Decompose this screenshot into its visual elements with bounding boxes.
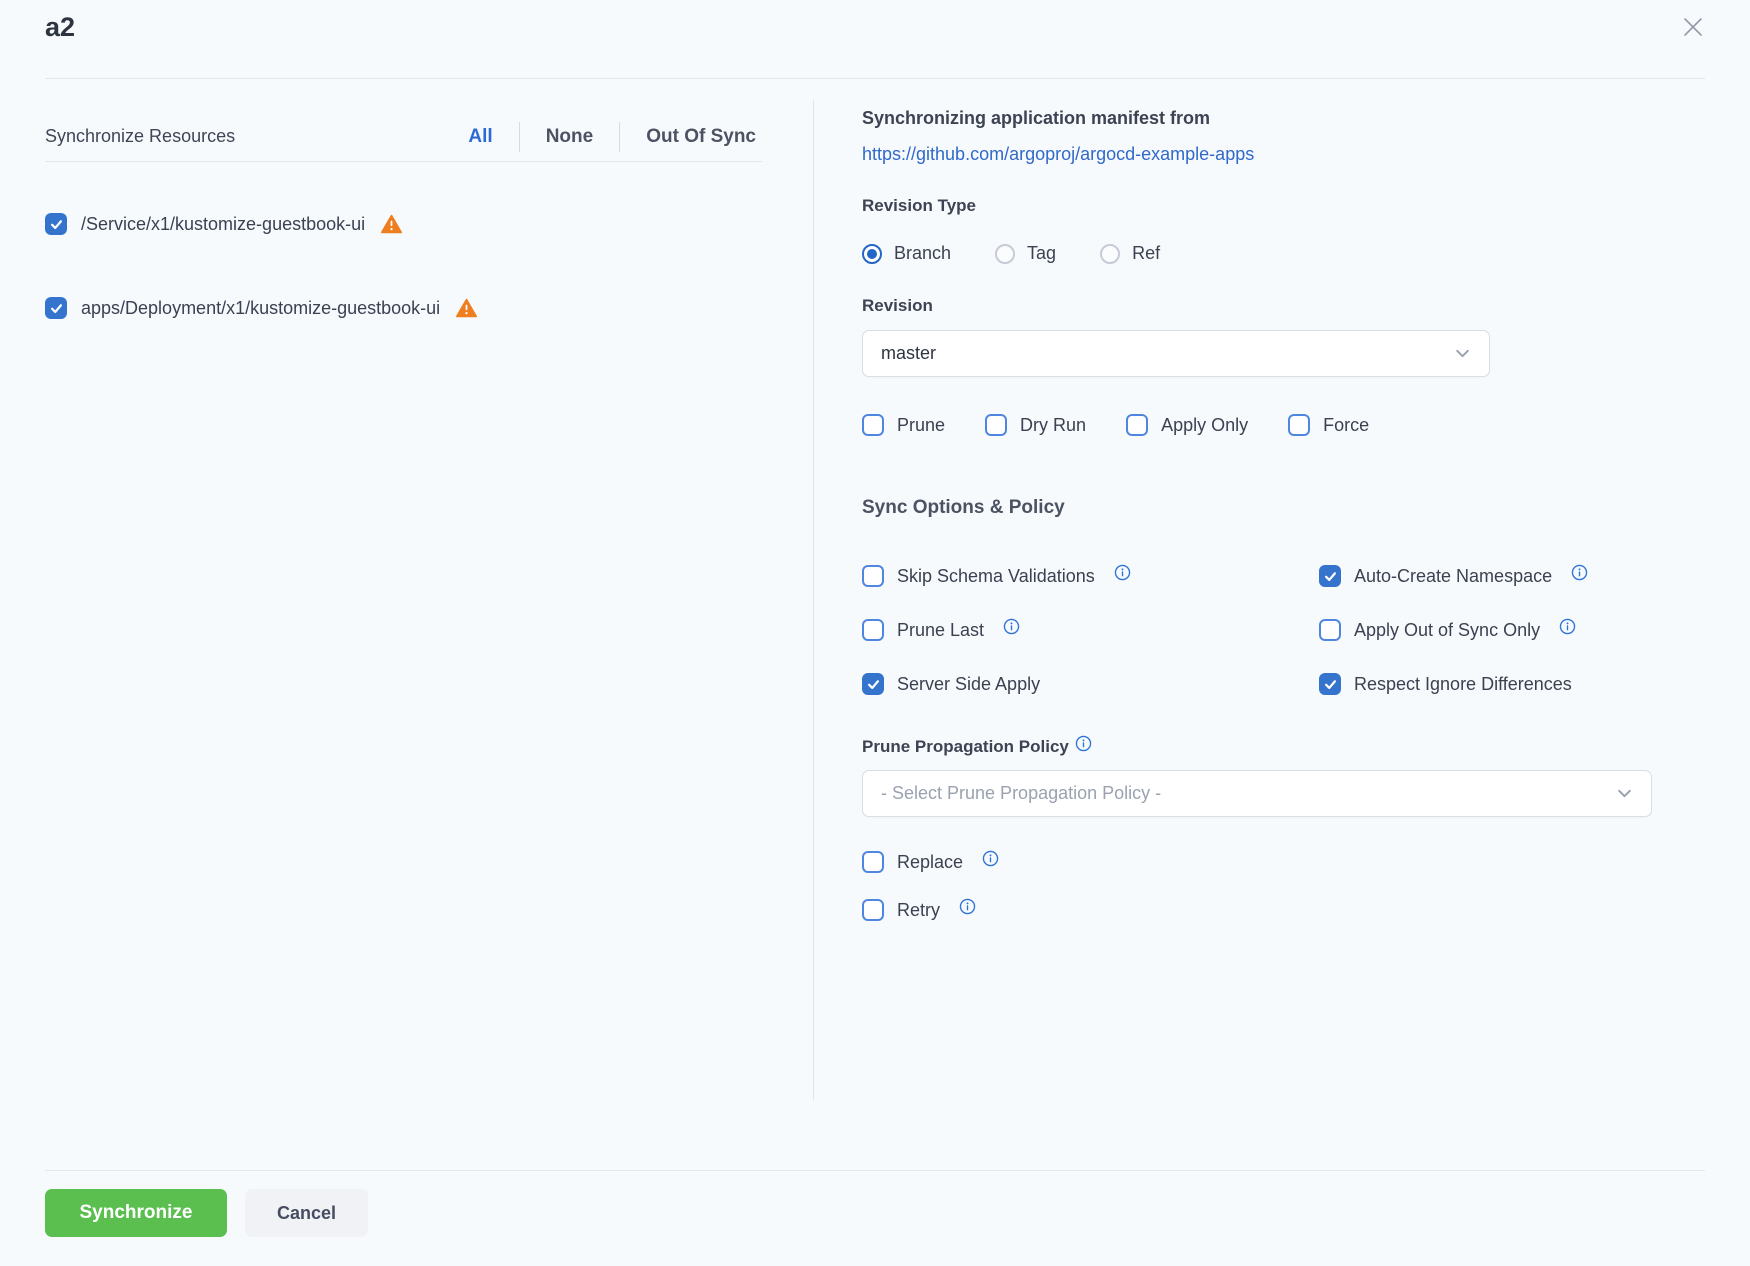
resources-heading: Synchronize Resources xyxy=(45,126,235,147)
prune-propagation-policy-placeholder: - Select Prune Propagation Policy - xyxy=(881,783,1161,804)
resource-row: apps/Deployment/x1/kustomize-guestbook-u… xyxy=(45,296,477,320)
option-respect-ignore-differences[interactable]: Respect Ignore Differences xyxy=(1319,671,1652,697)
option-skip-schema-validations-label: Skip Schema Validations xyxy=(897,566,1095,587)
option-prune-last[interactable]: Prune Last xyxy=(862,617,1319,643)
flag-prune[interactable]: Prune xyxy=(862,414,945,436)
sync-options-heading: Sync Options & Policy xyxy=(862,497,1065,519)
radio-tag[interactable]: Tag xyxy=(995,243,1056,264)
filter-tab-all[interactable]: All xyxy=(442,126,518,148)
manifest-source-label: Synchronizing application manifest from xyxy=(862,108,1210,129)
option-auto-create-namespace[interactable]: Auto-Create Namespace xyxy=(1319,563,1652,589)
option-respect-ignore-differences-checkbox[interactable] xyxy=(1319,673,1341,695)
prune-propagation-policy-label: Prune Propagation Policy xyxy=(862,737,1092,757)
flag-prune-label: Prune xyxy=(897,415,945,436)
radio-tag-label: Tag xyxy=(1027,243,1056,264)
flag-dry-run-label: Dry Run xyxy=(1020,415,1086,436)
option-replace[interactable]: Replace xyxy=(862,851,999,873)
option-retry-label: Retry xyxy=(897,900,940,921)
radio-branch[interactable]: Branch xyxy=(862,243,951,264)
info-icon[interactable] xyxy=(1003,618,1020,635)
revision-select-value: master xyxy=(881,343,936,364)
revision-select[interactable]: master xyxy=(862,330,1490,377)
filter-tab-out-of-sync[interactable]: Out Of Sync xyxy=(620,126,762,148)
manifest-repo-link[interactable]: https://github.com/argoproj/argocd-examp… xyxy=(862,144,1254,165)
synchronize-button[interactable]: Synchronize xyxy=(45,1189,227,1237)
flag-force-checkbox[interactable] xyxy=(1288,414,1310,436)
option-apply-out-of-sync-only[interactable]: Apply Out of Sync Only xyxy=(1319,617,1652,643)
header-divider xyxy=(45,78,1705,79)
radio-branch-label: Branch xyxy=(894,243,951,264)
resource-row: /Service/x1/kustomize-guestbook-ui xyxy=(45,212,402,236)
radio-ref-label: Ref xyxy=(1132,243,1160,264)
dialog-title: a2 xyxy=(45,12,75,43)
sync-flags-row: Prune Dry Run Apply Only Force xyxy=(862,414,1409,436)
close-icon[interactable] xyxy=(1680,14,1706,40)
resource-filter-tabs: All None Out Of Sync xyxy=(442,122,762,152)
option-skip-schema-validations[interactable]: Skip Schema Validations xyxy=(862,563,1319,589)
info-icon[interactable] xyxy=(982,850,999,867)
option-skip-schema-validations-checkbox[interactable] xyxy=(862,565,884,587)
option-prune-last-label: Prune Last xyxy=(897,620,984,641)
flag-apply-only-label: Apply Only xyxy=(1161,415,1248,436)
info-icon[interactable] xyxy=(1114,564,1131,581)
option-apply-out-of-sync-only-label: Apply Out of Sync Only xyxy=(1354,620,1540,641)
radio-ref[interactable]: Ref xyxy=(1100,243,1160,264)
info-icon[interactable] xyxy=(1571,564,1588,581)
resource-checkbox[interactable] xyxy=(45,213,67,235)
radio-tag-control[interactable] xyxy=(995,244,1015,264)
option-retry[interactable]: Retry xyxy=(862,899,976,921)
option-retry-checkbox[interactable] xyxy=(862,899,884,921)
flag-apply-only[interactable]: Apply Only xyxy=(1126,414,1248,436)
info-icon[interactable] xyxy=(959,898,976,915)
flag-apply-only-checkbox[interactable] xyxy=(1126,414,1148,436)
sync-options-grid: Skip Schema Validations Auto-Create Name… xyxy=(862,563,1652,697)
radio-branch-control[interactable] xyxy=(862,244,882,264)
option-auto-create-namespace-label: Auto-Create Namespace xyxy=(1354,566,1552,587)
flag-prune-checkbox[interactable] xyxy=(862,414,884,436)
revision-type-label: Revision Type xyxy=(862,196,976,216)
resources-header-row: Synchronize Resources All None Out Of Sy… xyxy=(45,118,762,162)
option-replace-label: Replace xyxy=(897,852,963,873)
revision-type-radio-group: Branch Tag Ref xyxy=(862,243,1204,264)
option-replace-checkbox[interactable] xyxy=(862,851,884,873)
flag-force-label: Force xyxy=(1323,415,1369,436)
flag-dry-run[interactable]: Dry Run xyxy=(985,414,1086,436)
radio-ref-control[interactable] xyxy=(1100,244,1120,264)
option-server-side-apply[interactable]: Server Side Apply xyxy=(862,671,1319,697)
prune-propagation-policy-label-text: Prune Propagation Policy xyxy=(862,737,1069,757)
panel-divider xyxy=(813,100,814,1100)
info-icon[interactable] xyxy=(1075,735,1092,752)
option-server-side-apply-checkbox[interactable] xyxy=(862,673,884,695)
info-icon[interactable] xyxy=(1559,618,1576,635)
option-server-side-apply-label: Server Side Apply xyxy=(897,674,1040,695)
resource-label: /Service/x1/kustomize-guestbook-ui xyxy=(81,214,365,235)
option-respect-ignore-differences-label: Respect Ignore Differences xyxy=(1354,674,1572,695)
prune-propagation-policy-select[interactable]: - Select Prune Propagation Policy - xyxy=(862,770,1652,817)
option-auto-create-namespace-checkbox[interactable] xyxy=(1319,565,1341,587)
option-prune-last-checkbox[interactable] xyxy=(862,619,884,641)
chevron-down-icon xyxy=(1454,345,1471,362)
flag-force[interactable]: Force xyxy=(1288,414,1369,436)
option-apply-out-of-sync-only-checkbox[interactable] xyxy=(1319,619,1341,641)
cancel-button[interactable]: Cancel xyxy=(245,1189,368,1237)
resource-checkbox[interactable] xyxy=(45,297,67,319)
flag-dry-run-checkbox[interactable] xyxy=(985,414,1007,436)
resource-label: apps/Deployment/x1/kustomize-guestbook-u… xyxy=(81,298,440,319)
filter-tab-none[interactable]: None xyxy=(520,126,620,148)
footer-divider xyxy=(45,1170,1705,1171)
chevron-down-icon xyxy=(1616,785,1633,802)
warning-icon xyxy=(456,298,477,318)
revision-label: Revision xyxy=(862,296,933,316)
sync-dialog: a2 Synchronize Resources All None Out Of… xyxy=(0,0,1750,1266)
warning-icon xyxy=(381,214,402,234)
